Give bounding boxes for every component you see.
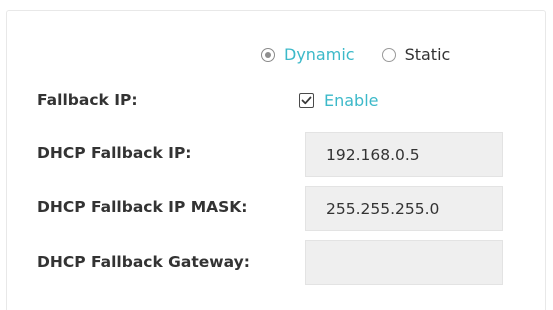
radio-static-indicator[interactable] <box>381 47 396 62</box>
enable-label[interactable]: Enable <box>324 91 379 110</box>
radio-dynamic-indicator[interactable] <box>261 47 275 62</box>
fallback-ip-enable-checkbox[interactable]: Enable <box>299 91 379 110</box>
fallback-ip-label: Fallback IP: <box>37 91 138 109</box>
radio-dynamic-label[interactable]: Dynamic <box>284 45 355 64</box>
radio-static-label[interactable]: Static <box>405 45 451 64</box>
dhcp-fallback-gateway-field[interactable] <box>305 240 503 285</box>
dhcp-fallback-mask-field[interactable] <box>305 186 503 231</box>
checkbox-checked-icon[interactable] <box>299 93 314 108</box>
dhcp-fallback-ip-label: DHCP Fallback IP: <box>37 144 192 162</box>
settings-panel: Dynamic Static Fallback IP: Enable DHCP … <box>6 10 546 310</box>
radio-static[interactable]: Static <box>381 45 451 64</box>
dhcp-fallback-mask-label: DHCP Fallback IP MASK: <box>37 198 248 216</box>
mode-radio-group: Dynamic Static <box>261 45 450 64</box>
dhcp-fallback-ip-field[interactable] <box>305 132 503 177</box>
radio-dynamic[interactable]: Dynamic <box>261 45 355 64</box>
dhcp-fallback-gateway-label: DHCP Fallback Gateway: <box>37 253 250 271</box>
